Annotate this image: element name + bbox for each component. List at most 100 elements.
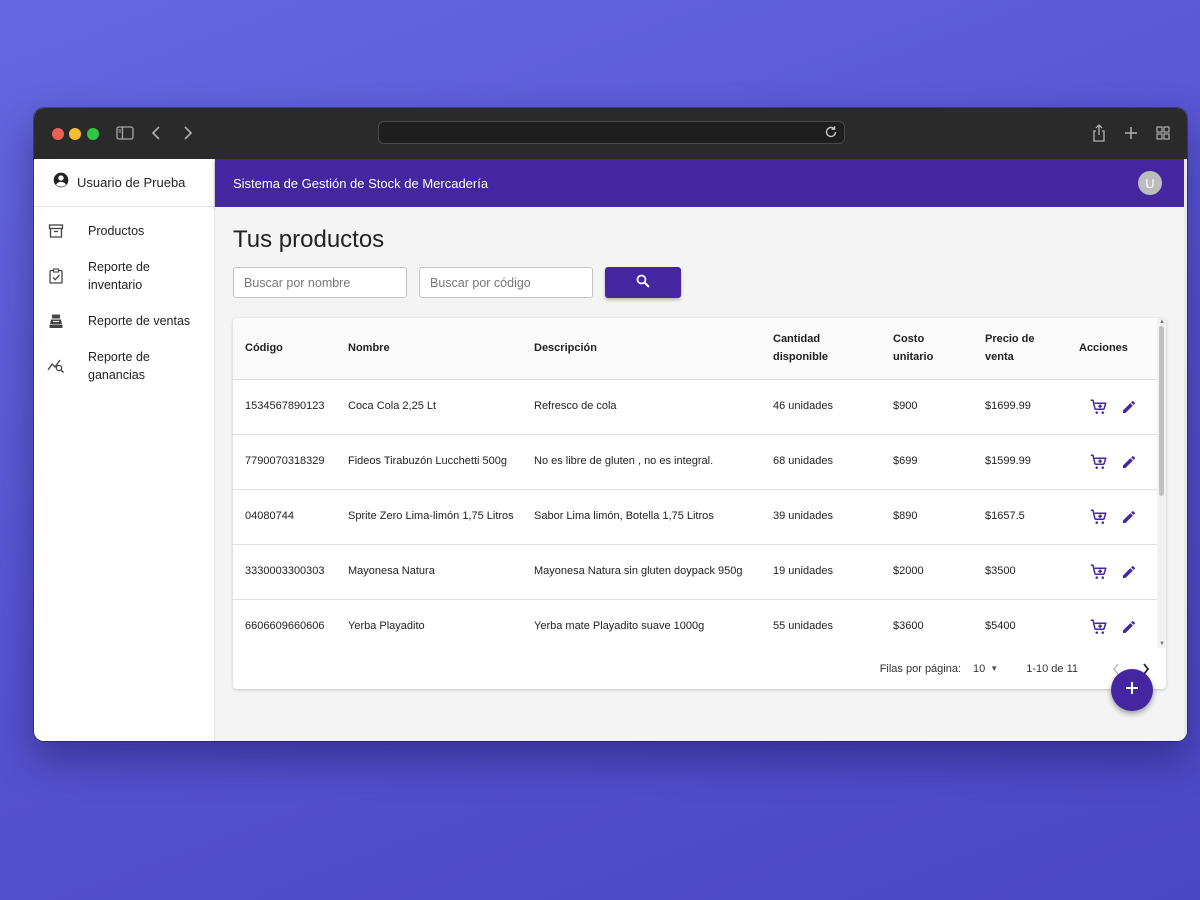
rows-per-page-select[interactable]: 10 ▼ [973,663,998,675]
rows-per-page-label: Filas por página: [879,662,962,675]
cell-codigo: 6606609660606 [233,599,336,648]
avatar[interactable]: U [1138,171,1162,195]
column-header-descripcion[interactable]: Descripción [522,318,761,380]
new-tab-plus-icon[interactable] [1120,122,1142,144]
browser-toolbar [34,108,1187,159]
address-bar[interactable] [378,121,845,144]
add-to-cart-icon[interactable] [1089,617,1109,637]
add-to-cart-icon[interactable] [1089,452,1109,472]
edit-pencil-icon[interactable] [1119,562,1139,582]
scroll-up-arrow-icon[interactable]: ▲ [1159,319,1165,325]
add-product-button[interactable] [1111,669,1153,711]
edit-pencil-icon[interactable] [1119,507,1139,527]
forward-arrow-icon[interactable] [177,122,199,144]
column-header-cantidad[interactable]: Cantidad disponible [761,318,881,380]
search-by-code-input[interactable] [419,267,593,298]
row-actions [1084,452,1149,472]
sidebar: Usuario de Prueba Productos Reporte de i… [34,159,215,741]
row-actions [1084,562,1149,582]
account-circle-icon [53,172,69,193]
cell-cantidad: 68 unidades [761,434,881,490]
user-profile[interactable]: Usuario de Prueba [34,159,214,207]
row-actions [1084,397,1149,417]
cell-precio: $5400 [973,599,1072,648]
add-to-cart-icon[interactable] [1089,507,1109,527]
window-right-edge [1184,159,1187,741]
cell-precio: $3500 [973,544,1072,600]
cell-costo: $900 [881,379,973,435]
zoom-window-button[interactable] [87,128,99,140]
edit-pencil-icon[interactable] [1119,397,1139,417]
rows-per-page-value: 10 [973,662,986,675]
row-actions [1084,617,1149,637]
cell-costo: $699 [881,434,973,490]
sidebar-item-label: Reporte de inventario [88,260,150,292]
magnifier-icon [636,274,650,291]
add-to-cart-icon[interactable] [1089,397,1109,417]
cell-costo: $2000 [881,544,973,600]
sidebar-item-reporte-ventas[interactable]: Reporte de ventas [34,303,214,339]
table-row[interactable]: 04080744 Sprite Zero Lima-limón 1,75 Litr… [233,489,1157,545]
browser-window: Usuario de Prueba Productos Reporte de i… [34,108,1187,741]
minimize-window-button[interactable] [69,128,81,140]
sidebar-item-label: Reporte de ventas [88,314,191,328]
table-row[interactable]: 6606609660606 Yerba Playadito Yerba mate P… [233,599,1157,648]
column-header-codigo[interactable]: Código [233,318,336,380]
scroll-down-arrow-icon[interactable]: ▼ [1159,641,1165,647]
cell-cantidad: 46 unidades [761,379,881,435]
app-title: Sistema de Gestión de Stock de Mercaderí… [233,175,489,191]
cell-acciones [1072,434,1157,490]
cell-nombre: Fideos Tirabuzón Lucchetti 500g [336,434,522,490]
cell-descripcion: No es libre de gluten , no es integral. [522,434,761,490]
cell-acciones [1072,379,1157,435]
cell-cantidad: 19 unidades [761,544,881,600]
main-content: Tus productos Código Nombre Descri [215,207,1184,741]
table-header-row: Código Nombre Descripción Cantidad dispo… [233,318,1157,380]
column-header-precio[interactable]: Precio de venta [973,318,1072,380]
edit-pencil-icon[interactable] [1119,452,1139,472]
cell-acciones [1072,489,1157,545]
page-title: Tus productos [233,226,385,253]
user-name: Usuario de Prueba [77,175,186,190]
table-row[interactable]: 1534567890123 Coca Cola 2,25 Lt Refresco d… [233,379,1157,435]
cell-descripcion: Sabor Lima limón, Botella 1,75 Litros [522,489,761,545]
cell-costo: $3600 [881,599,973,648]
table-scrollbar[interactable]: ▲ ▼ [1157,318,1166,648]
cell-codigo: 7790070318329 [233,434,336,490]
back-arrow-icon[interactable] [145,122,167,144]
sidebar-item-reporte-ganancias[interactable]: Reporte de ganancias [34,339,214,393]
cash-register-icon [46,311,66,331]
reload-icon[interactable] [824,125,838,139]
share-icon[interactable] [1088,122,1110,144]
tab-grid-icon[interactable] [1152,122,1174,144]
scrollbar-thumb[interactable] [1159,326,1164,496]
table-row[interactable]: 3330003300303 Mayonesa Natura Mayonesa Nat… [233,544,1157,600]
cell-descripcion: Refresco de cola [522,379,761,435]
chevron-down-icon: ▼ [990,664,999,673]
column-header-acciones: Acciones [1072,318,1157,380]
sidebar-item-productos[interactable]: Productos [34,213,214,249]
cell-codigo: 04080744 [233,489,336,545]
table-pagination: Filas por página: 10 ▼ 1-10 de 11 [233,648,1166,689]
cell-precio: $1699.99 [973,379,1072,435]
row-actions [1084,507,1149,527]
clipboard-check-icon [46,266,66,286]
add-to-cart-icon[interactable] [1089,562,1109,582]
close-window-button[interactable] [52,128,64,140]
sidebar-item-reporte-inventario[interactable]: Reporte de inventario [34,249,214,303]
sidebar-toggle-icon[interactable] [114,122,136,144]
cell-cantidad: 39 unidades [761,489,881,545]
column-header-nombre[interactable]: Nombre [336,318,522,380]
chart-search-icon [46,356,66,376]
archive-box-icon [46,221,66,241]
search-button[interactable] [605,267,681,298]
products-table-scroll[interactable]: Código Nombre Descripción Cantidad dispo… [233,318,1157,648]
search-by-name-input[interactable] [233,267,407,298]
cell-nombre: Sprite Zero Lima-limón 1,75 Litros [336,489,522,545]
edit-pencil-icon[interactable] [1119,617,1139,637]
column-header-costo[interactable]: Costo unitario [881,318,973,380]
pagination-range: 1-10 de 11 [1026,662,1078,675]
cell-acciones [1072,544,1157,600]
cell-codigo: 3330003300303 [233,544,336,600]
table-row[interactable]: 7790070318329 Fideos Tirabuzón Lucchetti … [233,434,1157,490]
